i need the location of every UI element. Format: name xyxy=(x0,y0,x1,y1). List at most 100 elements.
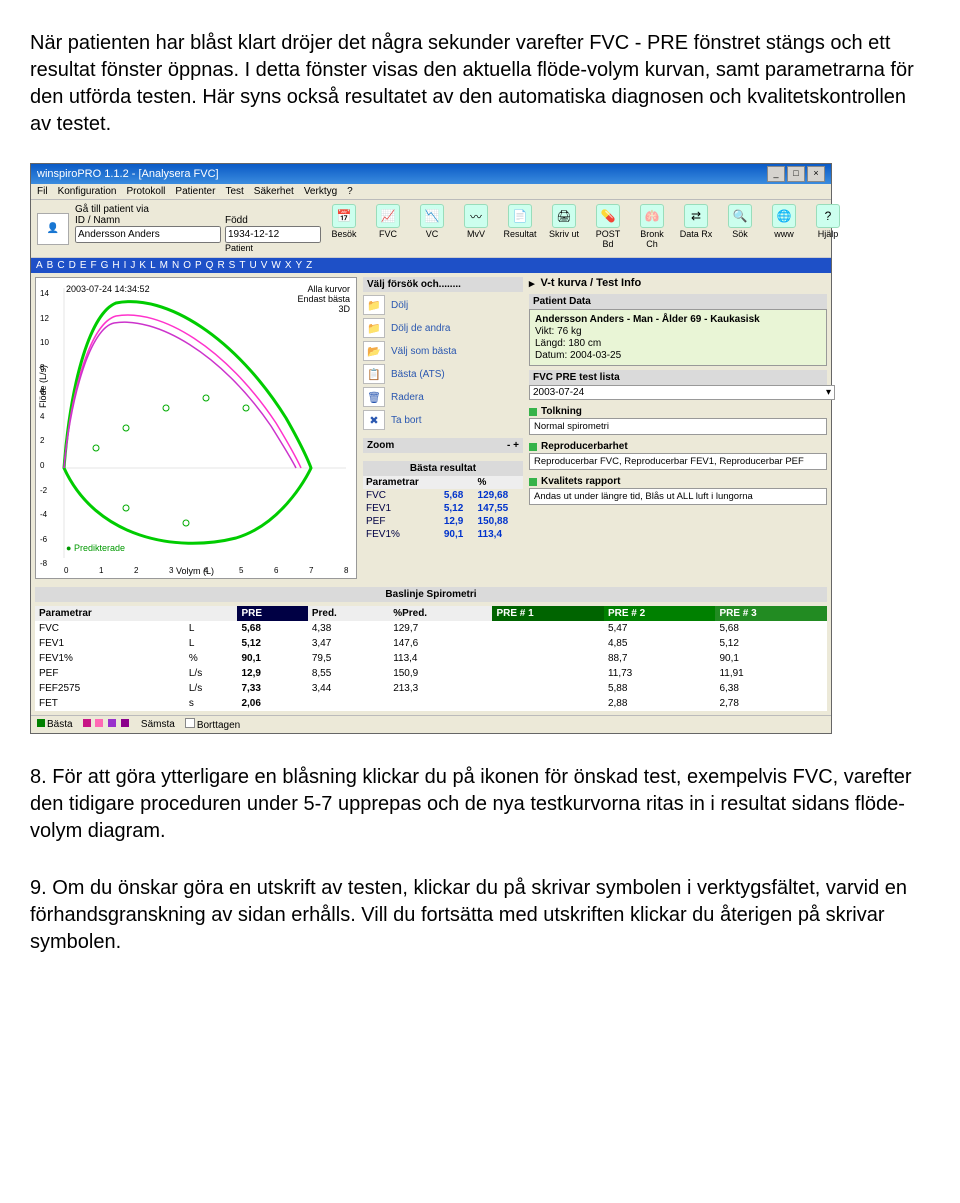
cell: L/s xyxy=(185,681,238,696)
tool-item[interactable]: ✖Ta bort xyxy=(363,410,523,430)
legend-all[interactable]: Alla kurvor xyxy=(297,284,350,294)
cell: FVC xyxy=(35,621,185,636)
alpha-Z[interactable]: Z xyxy=(305,260,314,271)
tb-help[interactable]: ?Hjälp xyxy=(811,204,845,253)
alpha-A[interactable]: A xyxy=(35,260,45,271)
step-number: 8. xyxy=(30,766,47,788)
minimize-button[interactable]: _ xyxy=(767,166,785,182)
alpha-F[interactable]: F xyxy=(89,260,98,271)
alpha-E[interactable]: E xyxy=(79,260,89,271)
cell xyxy=(308,696,389,711)
vt-header: V-t kurva / Test Info xyxy=(541,277,642,290)
alpha-T[interactable]: T xyxy=(238,260,247,271)
tb-print[interactable]: 🖨Skriv ut xyxy=(547,204,581,253)
cell: 5,45 xyxy=(492,621,604,636)
postbd-icon: 💊 xyxy=(596,204,620,228)
alpha-G[interactable]: G xyxy=(100,260,111,271)
menu-item[interactable]: Säkerhet xyxy=(254,186,294,197)
menu-item[interactable]: Fil xyxy=(37,186,48,197)
fvc-list-dropdown[interactable]: 2003-07-24▾ xyxy=(529,385,835,400)
tb-postbd[interactable]: 💊POST Bd xyxy=(591,204,625,253)
menu-item[interactable]: Patienter xyxy=(175,186,215,197)
tool-item[interactable]: 🗑Radera xyxy=(363,387,523,407)
patient-data-title: Patient Data xyxy=(529,294,827,309)
legend-best[interactable]: Endast bästa xyxy=(297,294,350,304)
cell: 90,1 xyxy=(441,528,475,541)
tb-sok[interactable]: 🔍Sök xyxy=(723,204,757,253)
cell: 213,3 xyxy=(389,681,492,696)
tb-mvv[interactable]: 〰MvV xyxy=(459,204,493,253)
baseline-table: Parametrar PRE Pred. %Pred. PRE # 1 PRE … xyxy=(35,606,827,711)
patient-born-input[interactable] xyxy=(225,226,321,243)
zoom-minus[interactable]: - xyxy=(507,440,510,451)
tb-vc[interactable]: 📉VC xyxy=(415,204,449,253)
alpha-N[interactable]: N xyxy=(171,260,181,271)
bc-pre3: PRE # 3 xyxy=(715,606,827,621)
alpha-S[interactable]: S xyxy=(228,260,238,271)
close-button[interactable]: × xyxy=(807,166,825,182)
menu-item[interactable]: Konfiguration xyxy=(58,186,117,197)
cell: 4,38 xyxy=(308,621,389,636)
cell: 5,68 xyxy=(237,621,307,636)
cell: 90,1 xyxy=(237,651,307,666)
data-icon: ⇄ xyxy=(684,204,708,228)
alpha-D[interactable]: D xyxy=(68,260,78,271)
alpha-J[interactable]: J xyxy=(129,260,137,271)
cell: 5,47 xyxy=(604,621,716,636)
alpha-V[interactable]: V xyxy=(260,260,270,271)
tool-item[interactable]: 📁 Dölj xyxy=(363,295,523,315)
svg-text:8: 8 xyxy=(344,566,349,575)
tb-datarx[interactable]: ⇄Data Rx xyxy=(679,204,713,253)
tool-item[interactable]: 📂Välj som bästa xyxy=(363,341,523,361)
help-icon: ? xyxy=(816,204,840,228)
calendar-icon: 📅 xyxy=(332,204,356,228)
tool-item[interactable]: 📋Bästa (ATS) xyxy=(363,364,523,384)
tool-item[interactable]: 📁Dölj de andra xyxy=(363,318,523,338)
status-borttagen: Borttagen xyxy=(197,720,240,731)
alpha-Y[interactable]: Y xyxy=(294,260,304,271)
alpha-W[interactable]: W xyxy=(270,260,282,271)
tb-bronkch[interactable]: 🫁Bronk Ch xyxy=(635,204,669,253)
expand-icon[interactable]: ▸ xyxy=(529,277,535,290)
tb-resultat[interactable]: 📄Resultat xyxy=(503,204,537,253)
patient-label: Patient xyxy=(225,243,321,253)
alpha-Q[interactable]: Q xyxy=(205,260,216,271)
tb-fvc[interactable]: 📈FVC xyxy=(371,204,405,253)
cell: FEV1 xyxy=(363,502,441,515)
tool-icon: 📁 xyxy=(363,295,385,315)
alpha-H[interactable]: H xyxy=(111,260,121,271)
menu-item[interactable]: ? xyxy=(347,186,353,197)
alpha-P[interactable]: P xyxy=(194,260,204,271)
menu-item[interactable]: Test xyxy=(225,186,243,197)
swatch-darkpurple xyxy=(121,719,129,727)
alpha-B[interactable]: B xyxy=(46,260,56,271)
idname-label: ID / Namn xyxy=(75,215,221,226)
patient-name-input[interactable] xyxy=(75,226,221,243)
alpha-K[interactable]: K xyxy=(138,260,148,271)
tb-besok[interactable]: 📅Besök xyxy=(327,204,361,253)
tool-label: Ta bort xyxy=(391,415,422,426)
menu-item[interactable]: Protokoll xyxy=(127,186,166,197)
alpha-R[interactable]: R xyxy=(216,260,226,271)
best-result-header: Bästa resultat xyxy=(363,461,523,476)
cell: FEV1% xyxy=(35,651,185,666)
alpha-X[interactable]: X xyxy=(284,260,294,271)
alpha-M[interactable]: M xyxy=(159,260,170,271)
cell: 5,68 xyxy=(441,489,475,502)
alpha-U[interactable]: U xyxy=(248,260,258,271)
tool-label: Dölj xyxy=(391,300,408,311)
alpha-I[interactable]: I xyxy=(123,260,129,271)
alpha-L[interactable]: L xyxy=(149,260,158,271)
alpha-O[interactable]: O xyxy=(182,260,193,271)
alpha-C[interactable]: C xyxy=(56,260,66,271)
maximize-button[interactable]: □ xyxy=(787,166,805,182)
legend-3d[interactable]: 3D xyxy=(297,304,350,314)
toolbar: 👤 Gå till patient via ID / Namn Född Pat… xyxy=(31,200,831,258)
tool-label: Välj som bästa xyxy=(391,346,457,357)
tb-www[interactable]: 🌐www xyxy=(767,204,801,253)
menu-item[interactable]: Verktyg xyxy=(304,186,337,197)
zoom-plus[interactable]: + xyxy=(513,440,519,451)
cell: 113,4 xyxy=(475,528,523,541)
tb-label: Besök xyxy=(331,229,356,239)
patient-selector: 👤 Gå till patient via ID / Namn Född Pat… xyxy=(37,204,321,253)
